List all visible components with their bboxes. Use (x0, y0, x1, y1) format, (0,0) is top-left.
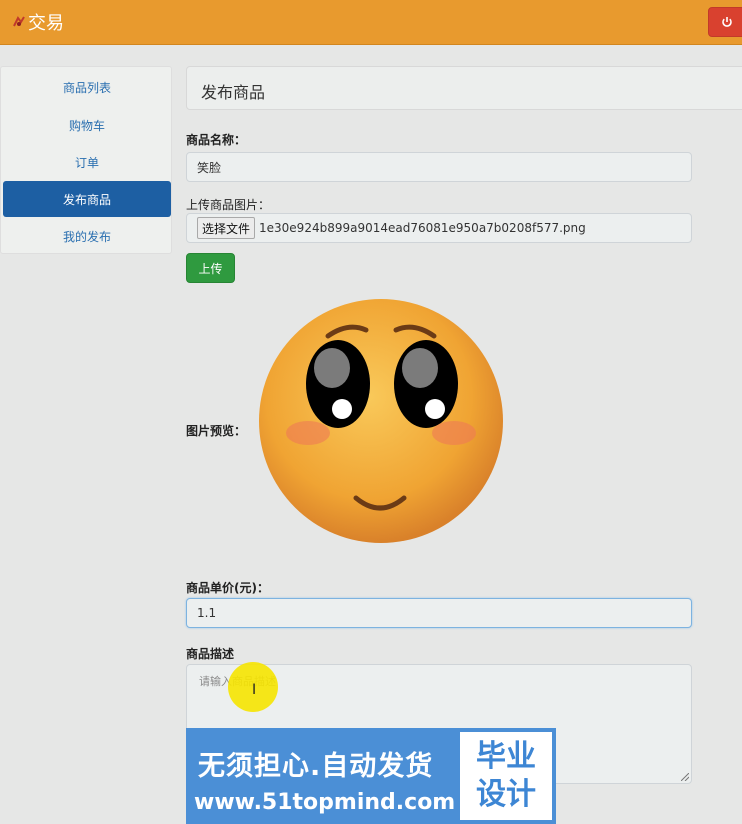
brand-title: 交易 (28, 13, 64, 34)
watermark-badge: 毕业 设计 (460, 732, 552, 820)
description-label: 商品描述 (186, 647, 235, 661)
watermark-url: www.51topmind.com (194, 790, 456, 815)
price-value: 1.1 (197, 606, 217, 620)
panel-heading: 发布商品 (186, 66, 742, 110)
watermark-badge-top: 毕业 (476, 739, 536, 774)
price-input[interactable]: 1.1 (186, 598, 692, 628)
sidebar-item-label: 商品列表 (62, 80, 111, 95)
file-name: 1e30e924b899a9014ead76081e950a7b0208f577… (259, 221, 586, 235)
product-name-input[interactable]: 笑脸 (186, 152, 692, 182)
sidebar-item-cart[interactable]: 购物车 (3, 107, 171, 143)
sidebar-item-label: 我的发布 (62, 229, 111, 244)
sidebar-item-label: 发布商品 (62, 192, 111, 207)
logout-button[interactable] (708, 7, 742, 37)
preview-label: 图片预览： (186, 424, 247, 438)
top-navbar: 交易 (0, 0, 742, 45)
price-label: 商品单价(元)： (186, 581, 269, 595)
sidebar-item-label: 购物车 (68, 118, 105, 133)
sidebar-item-my-posts[interactable]: 我的发布 (3, 218, 171, 254)
name-label: 商品名称： (186, 133, 247, 147)
watermark-slogan: 无须担心.自动发货 (198, 751, 434, 782)
watermark-banner: 无须担心.自动发货 www.51topmind.com 毕业 设计 (186, 728, 556, 824)
text-cursor-icon: I (252, 682, 257, 698)
sidebar-item-label: 订单 (74, 155, 99, 170)
page-title: 发布商品 (201, 83, 266, 102)
sidebar-item-product-list[interactable]: 商品列表 (3, 69, 171, 105)
product-name-value: 笑脸 (197, 160, 222, 175)
image-label: 上传商品图片： (186, 198, 271, 212)
upload-button[interactable]: 上传 (186, 253, 235, 283)
product-image-preview (259, 299, 503, 543)
file-input[interactable]: 选择文件 1e30e924b899a9014ead76081e950a7b020… (186, 213, 692, 243)
brand[interactable]: 交易 (12, 10, 64, 34)
power-icon (722, 17, 732, 27)
watermark-badge-bottom: 设计 (476, 777, 536, 812)
choose-file-button[interactable]: 选择文件 (197, 217, 256, 239)
sidebar-item-publish[interactable]: 发布商品 (3, 181, 171, 217)
sidebar-item-orders[interactable]: 订单 (3, 144, 171, 180)
sidebar-nav: 商品列表 购物车 订单 发布商品 我的发布 (0, 66, 172, 254)
resize-grip-icon[interactable] (681, 773, 689, 781)
logo-icon (13, 16, 25, 27)
